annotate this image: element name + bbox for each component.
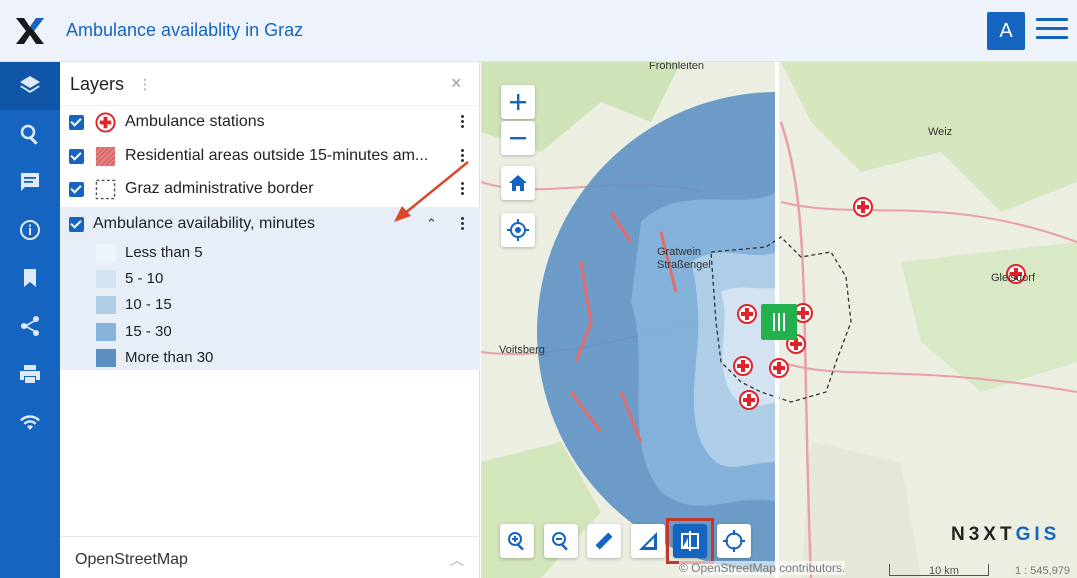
highlight-frame <box>666 518 714 564</box>
sidebar-share-button[interactable] <box>0 302 60 350</box>
swipe-handle[interactable] <box>761 304 797 340</box>
layer-checkbox[interactable] <box>69 217 84 232</box>
zoom-in-magnifier-icon <box>508 532 524 551</box>
share-icon <box>21 316 39 336</box>
sidebar-bookmarks-button[interactable] <box>0 254 60 302</box>
legend-swatch <box>96 270 116 288</box>
zoom-out-magnifier-icon <box>552 532 568 551</box>
layer-checkbox[interactable] <box>69 115 84 130</box>
place-label: Weiz <box>928 126 953 138</box>
legend-swatch <box>96 296 116 314</box>
target-icon <box>723 530 745 552</box>
zoom-out-button[interactable] <box>501 121 535 155</box>
layer-row-ambulance-stations: Ambulance stations <box>60 105 480 139</box>
nextgis-logo-icon[interactable] <box>14 16 46 46</box>
info-icon <box>20 220 40 240</box>
legend-label: More than 30 <box>125 349 214 366</box>
place-label: Frohnleiten <box>649 62 705 72</box>
area-triangle-icon <box>639 532 657 550</box>
legend-label: Less than 5 <box>125 244 203 261</box>
dashed-square-icon <box>95 179 116 200</box>
menu-bar-icon <box>1036 18 1068 21</box>
home-icon <box>509 175 527 191</box>
legend-label: 5 - 10 <box>125 270 164 287</box>
sidebar-wifi-button[interactable] <box>0 398 60 446</box>
map-view[interactable]: Frohnleiten Weiz Gratwein Straßengel Voi… <box>481 62 1077 578</box>
minus-icon <box>510 137 526 140</box>
wifi-icon <box>20 415 40 430</box>
message-icon <box>21 173 39 191</box>
sidebar-info-button[interactable] <box>0 206 60 254</box>
scale-bar-label: 10 km <box>929 565 959 577</box>
sidebar <box>0 62 60 578</box>
panel-title: Layers <box>70 74 125 94</box>
zoom-out-tool-button[interactable] <box>544 524 578 558</box>
home-button[interactable] <box>501 166 535 200</box>
basemap-selector[interactable]: OpenStreetMap ︿ <box>60 536 480 578</box>
panel-options-icon[interactable]: ⋮ <box>138 76 152 93</box>
layer-label: Ambulance stations <box>125 113 265 130</box>
close-panel-button[interactable]: × <box>451 73 462 94</box>
legend-swatch <box>96 323 116 341</box>
menu-bar-icon <box>1036 27 1068 30</box>
zoom-in-button[interactable] <box>501 85 535 119</box>
app-title: Ambulance availablity in Graz <box>66 20 304 40</box>
hamburger-menu-button[interactable] <box>1036 18 1068 44</box>
group-label: Ambulance availability, minutes <box>93 215 316 232</box>
measure-distance-button[interactable] <box>587 524 621 558</box>
sidebar-messages-button[interactable] <box>0 158 60 206</box>
sidebar-layers-button[interactable] <box>0 62 60 110</box>
layer-label: Graz administrative border <box>125 180 314 197</box>
red-hatched-square-icon <box>95 146 116 167</box>
layers-icon <box>20 76 40 93</box>
place-label: Gleisdorf <box>991 272 1036 284</box>
ruler-icon <box>595 532 613 550</box>
map-attribution[interactable]: © OpenStreetMap contributors. <box>679 561 846 575</box>
annotation-arrow-icon <box>394 161 469 222</box>
print-icon <box>20 365 40 383</box>
zoom-in-tool-button[interactable] <box>500 524 534 558</box>
place-label: Voitsberg <box>499 344 545 356</box>
crosshair-icon <box>507 219 529 241</box>
search-icon <box>20 124 38 145</box>
legend-swatch <box>96 244 116 262</box>
plus-icon <box>510 94 526 110</box>
layer-more-icon[interactable] <box>456 113 468 131</box>
basemap-label: OpenStreetMap <box>75 551 188 568</box>
measure-area-button[interactable] <box>631 524 665 558</box>
legend-swatch <box>96 349 116 367</box>
user-avatar-button[interactable]: A <box>987 12 1025 50</box>
layers-panel: Layers ⋮ × Ambulance stations Residentia… <box>60 62 480 578</box>
layer-checkbox[interactable] <box>69 182 84 197</box>
bookmark-icon <box>24 269 36 287</box>
locate-button[interactable] <box>501 213 535 247</box>
place-label: Gratwein Straßengel <box>657 246 711 271</box>
identify-tool-button[interactable] <box>717 524 751 558</box>
menu-bar-icon <box>1036 36 1068 39</box>
scale-ratio: 1 : 545,979 <box>1015 565 1071 577</box>
legend-label: 15 - 30 <box>125 323 172 340</box>
sidebar-search-button[interactable] <box>0 110 60 158</box>
nextgis-brand-logo: N3XTGIS <box>951 524 1061 545</box>
chevron-up-icon[interactable]: ︿ <box>450 550 464 570</box>
ambulance-cross-icon <box>95 112 116 133</box>
app-header: Ambulance availablity in Graz A <box>0 0 1077 62</box>
sidebar-print-button[interactable] <box>0 350 60 398</box>
layer-checkbox[interactable] <box>69 149 84 164</box>
legend-label: 10 - 15 <box>125 296 172 313</box>
